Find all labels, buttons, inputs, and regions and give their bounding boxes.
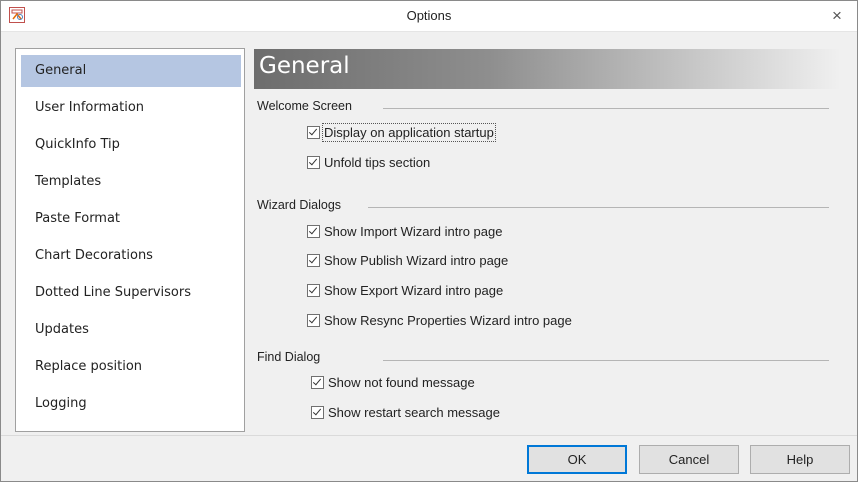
nav-item-logging[interactable]: Logging [21, 388, 241, 420]
options-category-list: General User Information QuickInfo Tip T… [15, 48, 245, 432]
section-label-find-dialog: Find Dialog [257, 350, 321, 364]
nav-item-updates[interactable]: Updates [21, 314, 241, 346]
check-icon[interactable] [307, 313, 320, 327]
checkbox-label: Unfold tips section [324, 154, 431, 170]
nav-item-user-information[interactable]: User Information [21, 92, 241, 124]
checkbox-import-wizard-intro[interactable]: Show Import Wizard intro page [307, 221, 502, 241]
title-bar: Options × [1, 1, 857, 32]
nav-item-chart-decorations[interactable]: Chart Decorations [21, 240, 241, 272]
options-dialog: Options × General User Information Quick… [0, 0, 858, 482]
checkbox-display-on-startup[interactable]: Display on application startup [307, 122, 496, 142]
checkbox-restart-search-message[interactable]: Show restart search message [311, 402, 500, 422]
check-icon[interactable] [311, 375, 324, 389]
checkbox-label: Display on application startup [322, 122, 496, 142]
nav-item-paste-format[interactable]: Paste Format [21, 203, 241, 235]
nav-item-templates[interactable]: Templates [21, 166, 241, 198]
close-icon[interactable]: × [817, 1, 857, 31]
checkbox-label: Show Import Wizard intro page [324, 223, 503, 239]
checkbox-label: Show Publish Wizard intro page [324, 252, 509, 268]
checkbox-label: Show restart search message [328, 404, 500, 420]
section-divider [383, 360, 829, 361]
nav-item-dotted-line-supervisors[interactable]: Dotted Line Supervisors [21, 277, 241, 309]
section-divider [383, 108, 829, 109]
nav-item-quickinfo-tip[interactable]: QuickInfo Tip [21, 129, 241, 161]
ok-button[interactable]: OK [527, 445, 627, 474]
window-title: Options [406, 8, 452, 23]
check-icon[interactable] [311, 405, 324, 419]
section-label-welcome-screen: Welcome Screen [257, 99, 352, 113]
section-label-wizard-dialogs: Wizard Dialogs [257, 198, 342, 212]
nav-item-replace-position[interactable]: Replace position [21, 351, 241, 383]
checkbox-label: Show Resync Properties Wizard intro page [324, 312, 572, 328]
section-divider [368, 207, 829, 208]
checkbox-unfold-tips[interactable]: Unfold tips section [307, 152, 430, 172]
checkbox-not-found-message[interactable]: Show not found message [311, 372, 475, 392]
check-icon[interactable] [307, 283, 320, 297]
page-title: General [259, 53, 350, 79]
nav-item-general[interactable]: General [21, 55, 241, 87]
cancel-button[interactable]: Cancel [639, 445, 739, 474]
footer-divider [1, 435, 857, 436]
checkbox-publish-wizard-intro[interactable]: Show Publish Wizard intro page [307, 250, 508, 270]
check-icon[interactable] [307, 224, 320, 238]
page-header: General [254, 49, 841, 89]
help-button[interactable]: Help [750, 445, 850, 474]
checkbox-export-wizard-intro[interactable]: Show Export Wizard intro page [307, 280, 503, 300]
check-icon[interactable] [307, 253, 320, 267]
checkbox-label: Show not found message [328, 374, 475, 390]
check-icon[interactable] [307, 125, 320, 139]
checkbox-resync-wizard-intro[interactable]: Show Resync Properties Wizard intro page [307, 310, 572, 330]
check-icon[interactable] [307, 155, 320, 169]
checkbox-label: Show Export Wizard intro page [324, 282, 504, 298]
